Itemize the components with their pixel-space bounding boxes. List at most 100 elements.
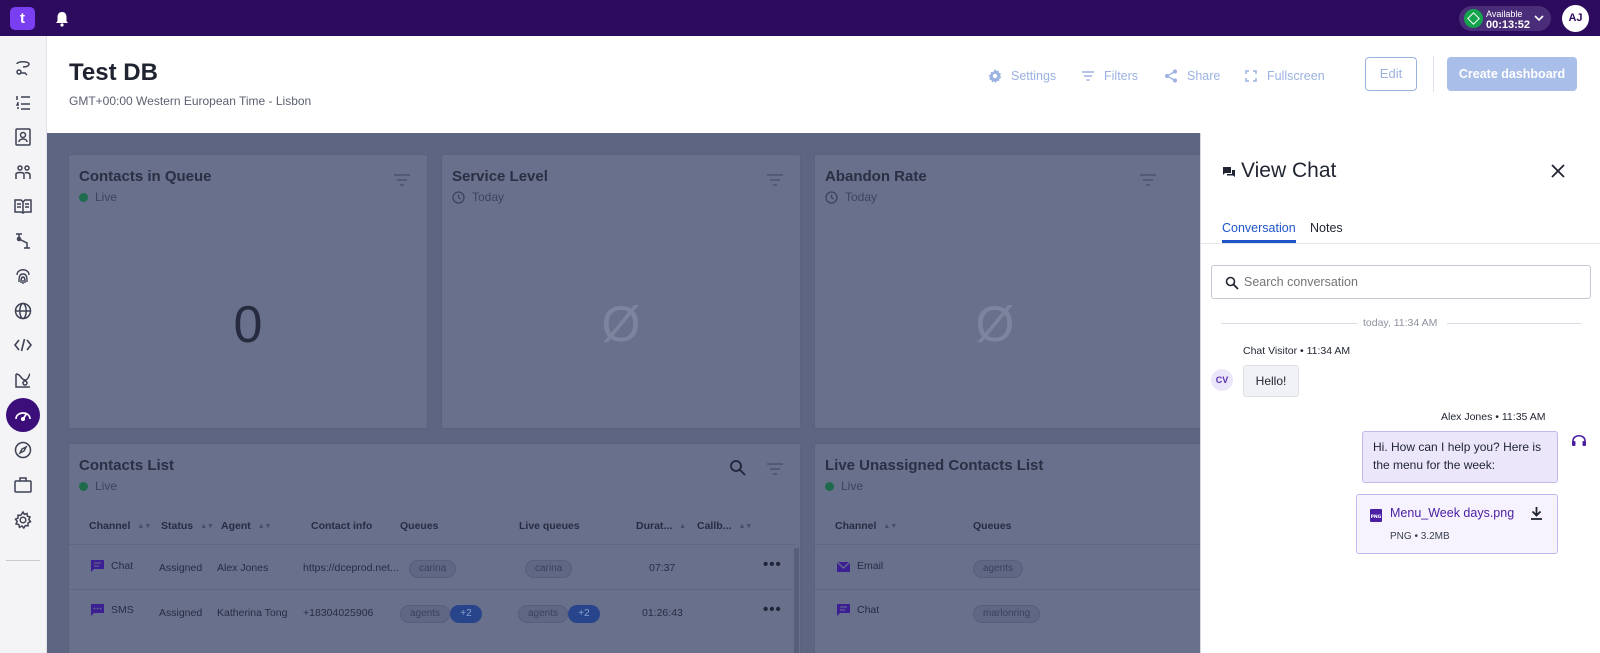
availability-status-dropdown[interactable]: Available 00:13:52 <box>1459 6 1551 31</box>
bell-icon[interactable] <box>52 9 72 29</box>
headset-icon <box>1572 434 1586 446</box>
filters-button[interactable]: Filters <box>1080 66 1138 86</box>
status-indicator-icon <box>1464 9 1483 28</box>
edit-button[interactable]: Edit <box>1365 57 1417 91</box>
feedback-icon[interactable] <box>11 56 35 80</box>
header-separator <box>1433 56 1434 92</box>
search-conversation-input[interactable] <box>1244 275 1574 289</box>
briefcase-icon[interactable] <box>11 473 35 497</box>
download-icon[interactable] <box>1529 506 1544 521</box>
fingerprint-icon[interactable] <box>11 264 35 288</box>
user-avatar[interactable]: AJ <box>1562 5 1589 32</box>
share-button[interactable]: Share <box>1163 66 1220 86</box>
column-header-callback[interactable]: Callb... ▲▼ <box>697 520 752 532</box>
live-dot-icon <box>79 481 88 491</box>
live-queue-chip: agents <box>518 605 569 623</box>
filter-icon[interactable] <box>1139 173 1157 187</box>
cell-duration: 07:37 <box>649 562 676 574</box>
left-sidebar <box>0 36 47 653</box>
filter-icon <box>1082 71 1094 81</box>
cell-duration: 01:26:43 <box>642 607 683 619</box>
attachment-meta: PNG • 3.2MB <box>1390 531 1450 542</box>
queue-chip: agents <box>400 605 451 623</box>
timezone-label: GMT+00:00 Western European Time - Lisbon <box>69 94 312 108</box>
row-actions-menu[interactable]: ••• <box>763 556 782 573</box>
column-header-channel[interactable]: Channel ▲▼ <box>89 520 151 532</box>
code-icon[interactable] <box>11 333 35 357</box>
widget-value: Ø <box>975 296 1015 352</box>
gear-icon[interactable] <box>11 508 35 532</box>
column-header-queues[interactable]: Queues <box>973 520 1012 532</box>
cell-status: Assigned <box>159 607 203 619</box>
column-header-agent[interactable]: Agent ▲▼ <box>221 520 272 532</box>
search-icon[interactable] <box>729 459 747 477</box>
widget-title: Service Level <box>452 168 548 185</box>
attachment-file-name[interactable]: Menu_Week days.png <box>1390 506 1514 520</box>
widget-title: Abandon Rate <box>825 168 927 185</box>
contacts-book-icon[interactable] <box>11 125 35 149</box>
status-label: Available <box>1486 9 1523 19</box>
live-queue-more-chip[interactable]: +2 <box>568 605 600 623</box>
widget-service-level[interactable]: Service Level Today Ø <box>441 154 801 429</box>
table-scrollbar[interactable] <box>794 548 799 653</box>
settings-button[interactable]: Settings <box>987 66 1056 86</box>
close-icon[interactable] <box>1550 163 1566 179</box>
cell-channel: SMS <box>111 604 134 616</box>
dashboard-widgets-area: Contacts in Queue Live 0 Service Level T… <box>47 133 1200 653</box>
widget-title: Contacts List <box>79 457 175 474</box>
create-dashboard-button[interactable]: Create dashboard <box>1447 57 1577 91</box>
top-bar: t Available 00:13:52 AJ <box>0 0 1600 36</box>
compass-icon[interactable] <box>11 438 35 462</box>
row-divider <box>69 589 795 590</box>
routing-icon[interactable] <box>11 229 35 253</box>
globe-icon[interactable] <box>11 299 35 323</box>
dashboard-header: Test DB GMT+00:00 Western European Time … <box>47 36 1600 133</box>
message-meta: Chat Visitor • 11:34 AM <box>1243 345 1351 357</box>
column-header-queues[interactable]: Queues <box>400 520 439 532</box>
column-header-contact-info[interactable]: Contact info <box>311 520 372 532</box>
widget-abandon-rate[interactable]: Abandon Rate Today Ø <box>814 154 1200 429</box>
row-actions-menu[interactable]: ••• <box>763 601 782 618</box>
sidebar-divider <box>6 560 40 561</box>
filter-icon[interactable] <box>766 173 784 187</box>
column-header-duration[interactable]: Durat... ▲ <box>636 520 686 532</box>
knowledge-book-icon[interactable] <box>11 194 35 218</box>
route-map-icon[interactable] <box>11 368 35 392</box>
tab-notes[interactable]: Notes <box>1310 221 1343 235</box>
chevron-down-icon <box>1534 15 1544 22</box>
cell-contact-info[interactable]: +18304025906 <box>303 607 373 619</box>
column-header-channel[interactable]: Channel ▲▼ <box>835 520 897 532</box>
people-icon[interactable] <box>11 160 35 184</box>
share-icon <box>1165 69 1177 83</box>
attachment-card[interactable]: PNG Menu_Week days.png PNG • 3.2MB <box>1356 494 1558 554</box>
fullscreen-icon <box>1245 70 1257 82</box>
chat-bubbles-icon <box>1223 167 1235 177</box>
widget-subtitle: Live <box>825 479 863 493</box>
filter-icon[interactable] <box>766 462 784 476</box>
widget-value: Ø <box>601 296 641 352</box>
incoming-message-bubble: Hello! <box>1243 365 1299 397</box>
filter-icon[interactable] <box>393 173 411 187</box>
app-logo[interactable]: t <box>10 7 35 30</box>
column-header-status[interactable]: Status ▲▼ <box>161 520 214 532</box>
fullscreen-label: Fullscreen <box>1267 69 1325 83</box>
panel-title: View Chat <box>1241 159 1337 182</box>
search-icon <box>1225 276 1239 290</box>
header-divider <box>69 544 795 545</box>
view-chat-panel: View Chat Conversation Notes today, 11:3… <box>1200 133 1600 653</box>
search-conversation-field[interactable] <box>1211 265 1591 299</box>
list-icon[interactable] <box>11 90 35 114</box>
cell-agent: Alex Jones <box>217 562 269 574</box>
tab-conversation[interactable]: Conversation <box>1222 221 1296 235</box>
png-badge: PNG <box>1371 514 1382 520</box>
widget-period: Live <box>841 479 864 493</box>
widget-contacts-in-queue[interactable]: Contacts in Queue Live 0 <box>68 154 428 429</box>
widget-title: Contacts in Queue <box>79 168 212 185</box>
column-header-live-queues[interactable]: Live queues <box>519 520 580 532</box>
widget-value: 0 <box>233 296 263 354</box>
queue-more-chip[interactable]: +2 <box>450 605 482 623</box>
cell-contact-info[interactable]: https://dceprod.net... <box>303 562 399 574</box>
dashboard-gauge-icon[interactable] <box>6 398 40 432</box>
fullscreen-button[interactable]: Fullscreen <box>1243 66 1325 86</box>
widget-subtitle: Today <box>825 190 877 204</box>
